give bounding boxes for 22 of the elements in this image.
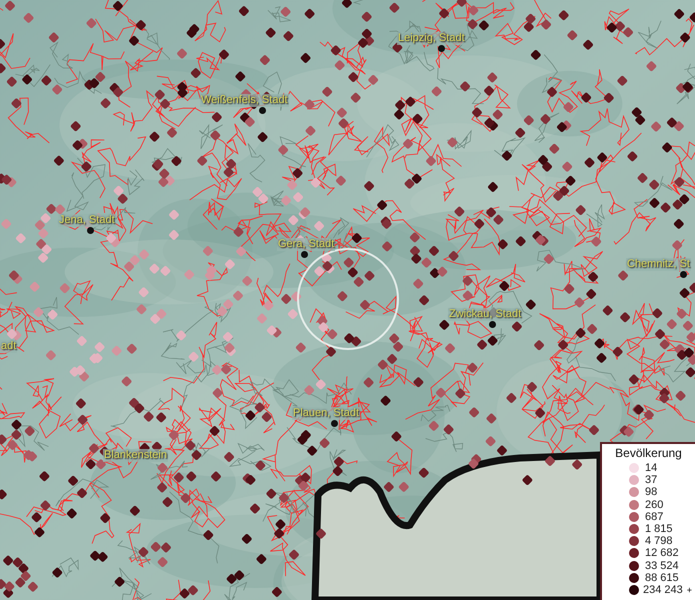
legend-value: 88 615 bbox=[645, 572, 679, 584]
legend-value: 687 bbox=[645, 510, 664, 523]
overflow-mark: + bbox=[686, 584, 692, 595]
legend-value: 37 bbox=[645, 474, 658, 486]
legend-value: 33 524 bbox=[645, 560, 679, 572]
legend-value: 12 682 bbox=[645, 547, 679, 560]
legend-value: 260 bbox=[645, 498, 664, 511]
city-label: Gera, Stadt bbox=[277, 238, 336, 251]
legend-value: 234 243 bbox=[643, 584, 683, 596]
city-label: Jena, Stadt bbox=[58, 214, 116, 227]
legend-value: 4 798 bbox=[645, 535, 673, 548]
city-label: Chemnitz, St bbox=[626, 258, 691, 271]
legend-title: Bevölkerung bbox=[614, 446, 683, 460]
city-label: Blankenstein bbox=[103, 449, 168, 462]
city-label: Leipzig, Stadt bbox=[397, 32, 466, 45]
city-label: Weißenfels, Stadt bbox=[200, 94, 289, 107]
legend-value: 14 bbox=[645, 462, 658, 474]
city-label: Zwickau, Stadt bbox=[448, 308, 522, 321]
city-label: Plauen, Stadt bbox=[292, 407, 360, 420]
legend-value: 98 bbox=[645, 486, 658, 498]
legend-value: 1 815 bbox=[645, 523, 673, 536]
city-label: adt bbox=[0, 340, 18, 353]
